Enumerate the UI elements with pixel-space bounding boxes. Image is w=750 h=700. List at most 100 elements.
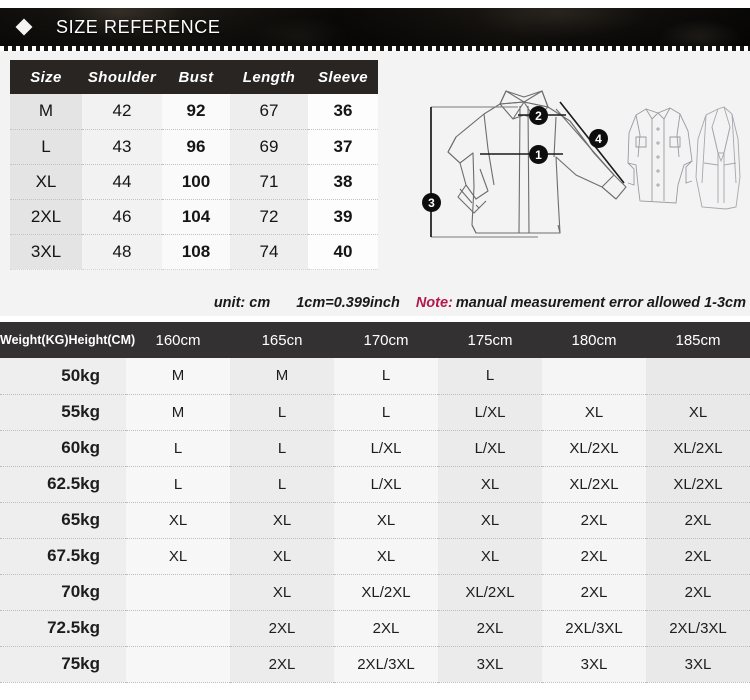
- weight-label: 67.5kg: [0, 538, 126, 575]
- cell-bust: 96: [162, 129, 230, 165]
- size-cell: XL/2XL: [646, 466, 750, 503]
- table-row: 65kg XL XL XL XL 2XL 2XL: [0, 502, 750, 539]
- weight-label: 50kg: [0, 358, 126, 395]
- shoulder-col-header: Shoulder: [82, 60, 162, 94]
- size-cell: L: [334, 394, 438, 431]
- cell-length: 71: [230, 164, 308, 200]
- cell-shoulder: 46: [82, 199, 162, 235]
- cell-length: 74: [230, 234, 308, 270]
- weight-table-header-row: Weight(KG)Height(CM) 160cm 165cn 170cm 1…: [0, 322, 750, 358]
- size-cell: 2XL: [646, 502, 750, 539]
- size-cell: 2XL/3XL: [646, 610, 750, 647]
- size-cell: XL: [230, 538, 334, 575]
- size-cell: 2XL: [646, 538, 750, 575]
- size-cell: XL: [126, 538, 230, 575]
- cell-size: M: [10, 94, 82, 130]
- length-marker: 3: [422, 193, 441, 212]
- cell-sleeve: 36: [308, 94, 378, 130]
- table-row: 62.5kg L L L/XL XL XL/2XL XL/2XL: [0, 466, 750, 503]
- cell-shoulder: 42: [82, 94, 162, 130]
- size-cell: XL/2XL: [438, 574, 542, 611]
- size-cell: 2XL: [230, 646, 334, 683]
- table-row: M 42 92 67 36: [10, 94, 378, 130]
- page-banner: SIZE REFERENCE: [0, 8, 750, 46]
- table-row: 50kg M M L L: [0, 358, 750, 395]
- garment-measurement-diagram: 2 1 4 3: [388, 57, 748, 285]
- cell-shoulder: 43: [82, 129, 162, 165]
- size-cell: 2XL: [334, 610, 438, 647]
- size-cell: M: [126, 358, 230, 395]
- size-cell: XL: [438, 466, 542, 503]
- cell-bust: 108: [162, 234, 230, 270]
- size-reference-page: SIZE REFERENCE Size Shoulder Bust Length…: [0, 0, 750, 700]
- size-cell: 2XL: [230, 610, 334, 647]
- height-165-col-header: 165cn: [230, 322, 334, 358]
- weight-label: 70kg: [0, 574, 126, 611]
- weight-height-table: Weight(KG)Height(CM) 160cm 165cn 170cm 1…: [0, 322, 750, 683]
- size-cell: XL: [126, 502, 230, 539]
- size-cell: XL: [334, 502, 438, 539]
- cell-size: XL: [10, 164, 82, 200]
- table-row: 2XL 46 104 72 39: [10, 199, 378, 235]
- size-cell: XL: [438, 502, 542, 539]
- sleeve-col-header: Sleeve: [308, 60, 378, 94]
- size-col-header: Size: [10, 60, 82, 94]
- length-col-header: Length: [230, 60, 308, 94]
- diamond-icon: [15, 18, 33, 36]
- size-cell: 3XL: [646, 646, 750, 683]
- size-cell: L: [126, 466, 230, 503]
- size-cell: XL/2XL: [646, 430, 750, 467]
- size-cell: [126, 610, 230, 647]
- size-cell: L/XL: [334, 466, 438, 503]
- size-cell: L: [438, 358, 542, 395]
- height-180-col-header: 180cm: [542, 322, 646, 358]
- cell-bust: 104: [162, 199, 230, 235]
- size-cell: 2XL: [438, 610, 542, 647]
- size-cell: 3XL: [438, 646, 542, 683]
- table-row: 60kg L L L/XL L/XL XL/2XL XL/2XL: [0, 430, 750, 467]
- cell-length: 69: [230, 129, 308, 165]
- size-cell: L/XL: [438, 394, 542, 431]
- cell-sleeve: 38: [308, 164, 378, 200]
- cell-shoulder: 48: [82, 234, 162, 270]
- cell-sleeve: 39: [308, 199, 378, 235]
- cell-bust: 100: [162, 164, 230, 200]
- size-cell: 2XL: [542, 502, 646, 539]
- shoulder-marker: 2: [529, 106, 548, 125]
- size-cell: XL: [542, 394, 646, 431]
- size-cell: M: [126, 394, 230, 431]
- weight-label: 75kg: [0, 646, 126, 683]
- size-cell: L/XL: [334, 430, 438, 467]
- size-cell: M: [230, 358, 334, 395]
- cell-length: 72: [230, 199, 308, 235]
- size-cell: XL: [230, 502, 334, 539]
- weight-label: 60kg: [0, 430, 126, 467]
- table-row: XL 44 100 71 38: [10, 164, 378, 200]
- bust-col-header: Bust: [162, 60, 230, 94]
- table-row: 3XL 48 108 74 40: [10, 234, 378, 270]
- size-cell: [542, 358, 646, 395]
- cell-size: 3XL: [10, 234, 82, 270]
- size-cell: XL/2XL: [334, 574, 438, 611]
- weight-label: 55kg: [0, 394, 126, 431]
- size-cell: L/XL: [438, 430, 542, 467]
- cell-length: 67: [230, 94, 308, 130]
- shirt-illustration: [430, 90, 741, 238]
- size-cell: XL: [334, 538, 438, 575]
- height-170-col-header: 170cm: [334, 322, 438, 358]
- size-cell: [126, 646, 230, 683]
- table-row: 55kg M L L L/XL XL XL: [0, 394, 750, 431]
- height-185-col-header: 185cm: [646, 322, 750, 358]
- size-cell: L: [334, 358, 438, 395]
- table-row: 70kg XL XL/2XL XL/2XL 2XL 2XL: [0, 574, 750, 611]
- table-row: 67.5kg XL XL XL XL 2XL 2XL: [0, 538, 750, 575]
- size-cell: 2XL: [646, 574, 750, 611]
- conversion-label: 1cm=0.399inch: [296, 295, 400, 311]
- table-row: 72.5kg 2XL 2XL 2XL 2XL/3XL 2XL/3XL: [0, 610, 750, 647]
- size-cell: L: [126, 430, 230, 467]
- sleeve-marker: 4: [589, 129, 608, 148]
- size-table-header-row: Size Shoulder Bust Length Sleeve: [10, 60, 378, 94]
- note-label: Note:: [415, 295, 453, 311]
- weight-height-col-header: Weight(KG)Height(CM): [0, 322, 135, 358]
- cell-shoulder: 44: [82, 164, 162, 200]
